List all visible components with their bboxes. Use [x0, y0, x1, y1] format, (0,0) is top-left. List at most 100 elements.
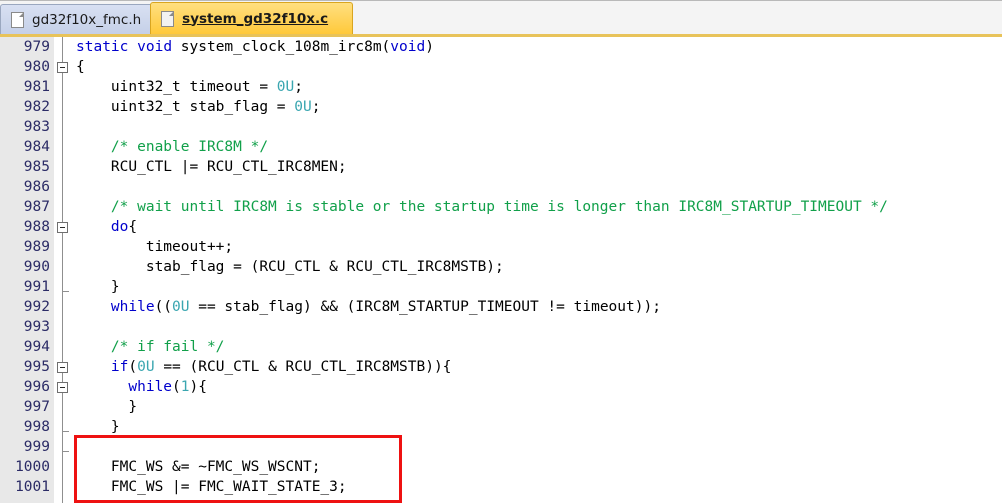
tab-gd32f10x-fmc-h[interactable]: gd32f10x_fmc.h: [0, 4, 163, 34]
collapse-fold-icon[interactable]: [57, 62, 68, 73]
code-line[interactable]: RCU_CTL |= RCU_CTL_IRC8MEN;: [76, 157, 1002, 177]
token-plain: (: [172, 379, 181, 395]
token-plain: }: [76, 279, 120, 295]
code-line[interactable]: /* wait until IRC8M is stable or the sta…: [76, 197, 1002, 217]
code-line[interactable]: uint32_t stab_flag = 0U;: [76, 97, 1002, 117]
code-line[interactable]: do{: [76, 217, 1002, 237]
token-kw: while: [110, 299, 155, 315]
code-viewport[interactable]: static void system_clock_108m_irc8m(void…: [72, 37, 1002, 503]
code-line[interactable]: [76, 317, 1002, 337]
code-line[interactable]: {: [76, 57, 1002, 77]
token-plain: ;: [294, 79, 303, 95]
token-num: 0U: [172, 299, 190, 315]
token-num: 0U: [137, 359, 155, 375]
fold-row: [54, 217, 72, 237]
token-plain: {: [76, 59, 85, 75]
fold-row: [54, 77, 72, 97]
token-plain: == (RCU_CTL & RCU_CTL_IRC8MSTB)){: [154, 359, 452, 375]
line-number: 983: [23, 119, 50, 135]
token-num: 0U: [276, 79, 295, 95]
collapse-fold-icon[interactable]: [57, 222, 68, 233]
fold-row: [54, 337, 72, 357]
fold-row: [54, 117, 72, 137]
token-plain: (: [128, 359, 138, 375]
line-number: 990: [23, 259, 50, 275]
source-code[interactable]: static void system_clock_108m_irc8m(void…: [72, 37, 1002, 497]
token-kw: void: [390, 39, 426, 55]
token-plain: system_clock_108m_irc8m(: [172, 39, 391, 55]
fold-end-tick-icon: [62, 451, 69, 452]
fold-end-tick-icon: [62, 291, 69, 292]
code-line[interactable]: FMC_WS &= ~FMC_WS_WSCNT;: [76, 457, 1002, 477]
token-plain: uint32_t stab_flag =: [76, 99, 295, 115]
line-number: 989: [23, 239, 50, 255]
fold-row: [54, 397, 72, 417]
code-line[interactable]: uint32_t timeout = 0U;: [76, 77, 1002, 97]
fold-row: [54, 377, 72, 397]
tab-strip: gd32f10x_fmc.h system_gd32f10x.c: [0, 2, 354, 34]
code-line[interactable]: [76, 437, 1002, 457]
token-plain: RCU_CTL |= RCU_CTL_IRC8MEN;: [76, 159, 347, 175]
line-number: 994: [23, 339, 50, 355]
line-number: 984: [23, 139, 50, 155]
line-number: 1001: [15, 479, 50, 495]
token-num: 0U: [294, 99, 312, 115]
token-cm: /* if fail */: [76, 339, 225, 355]
code-line[interactable]: [76, 177, 1002, 197]
fold-row: [54, 137, 72, 157]
token-plain: {: [128, 219, 138, 235]
code-line[interactable]: /* if fail */: [76, 337, 1002, 357]
tab-bar: gd32f10x_fmc.h system_gd32f10x.c: [0, 0, 1002, 37]
code-line[interactable]: /* enable IRC8M */: [76, 137, 1002, 157]
fold-row: [54, 37, 72, 57]
token-num: 1: [180, 379, 190, 395]
token-plain: stab_flag = (RCU_CTL & RCU_CTL_IRC8MSTB)…: [76, 259, 504, 275]
fold-row: [54, 97, 72, 117]
code-line[interactable]: }: [76, 397, 1002, 417]
tab-system-gd32f10x-c[interactable]: system_gd32f10x.c: [150, 2, 354, 34]
line-number: 997: [23, 399, 50, 415]
token-plain: ){: [189, 379, 207, 395]
token-kw: void: [137, 39, 173, 55]
fold-row: [54, 257, 72, 277]
line-number: 985: [23, 159, 50, 175]
tab-label: gd32f10x_fmc.h: [32, 11, 142, 28]
code-line[interactable]: }: [76, 277, 1002, 297]
code-line[interactable]: timeout++;: [76, 237, 1002, 257]
code-folding-margin[interactable]: [54, 37, 72, 503]
line-number: 979: [23, 39, 50, 55]
line-number: 993: [23, 319, 50, 335]
code-line[interactable]: FMC_WS |= FMC_WAIT_STATE_3;: [76, 477, 1002, 497]
file-icon: [11, 11, 24, 28]
token-plain: }: [76, 419, 120, 435]
line-number: 982: [23, 99, 50, 115]
line-number: 999: [23, 439, 50, 455]
fold-row: [54, 157, 72, 177]
fold-row: [54, 457, 72, 477]
code-line[interactable]: static void system_clock_108m_irc8m(void…: [76, 37, 1002, 57]
code-line[interactable]: stab_flag = (RCU_CTL & RCU_CTL_IRC8MSTB)…: [76, 257, 1002, 277]
token-plain: }: [76, 399, 138, 415]
token-plain: FMC_WS |= FMC_WAIT_STATE_3;: [76, 479, 347, 495]
code-line[interactable]: [76, 117, 1002, 137]
fold-row: [54, 197, 72, 217]
tab-label: system_gd32f10x.c: [182, 10, 329, 27]
collapse-fold-icon[interactable]: [57, 362, 68, 373]
line-number: 1000: [15, 459, 50, 475]
code-line[interactable]: while((0U == stab_flag) && (IRC8M_STARTU…: [76, 297, 1002, 317]
code-line[interactable]: if(0U == (RCU_CTL & RCU_CTL_IRC8MSTB)){: [76, 357, 1002, 377]
line-number: 995: [23, 359, 50, 375]
fold-row: [54, 277, 72, 297]
collapse-fold-icon[interactable]: [57, 382, 68, 393]
file-icon: [161, 10, 175, 27]
line-number: 991: [23, 279, 50, 295]
code-line[interactable]: }: [76, 417, 1002, 437]
fold-row: [54, 417, 72, 437]
token-plain: == stab_flag) && (IRC8M_STARTUP_TIMEOUT …: [189, 299, 661, 315]
token-kw: static: [76, 39, 129, 55]
fold-row: [54, 357, 72, 377]
code-editor[interactable]: 979 980 981 982 983 984 985 986 987 988 989 990 991 9…: [0, 37, 1002, 503]
code-line[interactable]: while(1){: [76, 377, 1002, 397]
